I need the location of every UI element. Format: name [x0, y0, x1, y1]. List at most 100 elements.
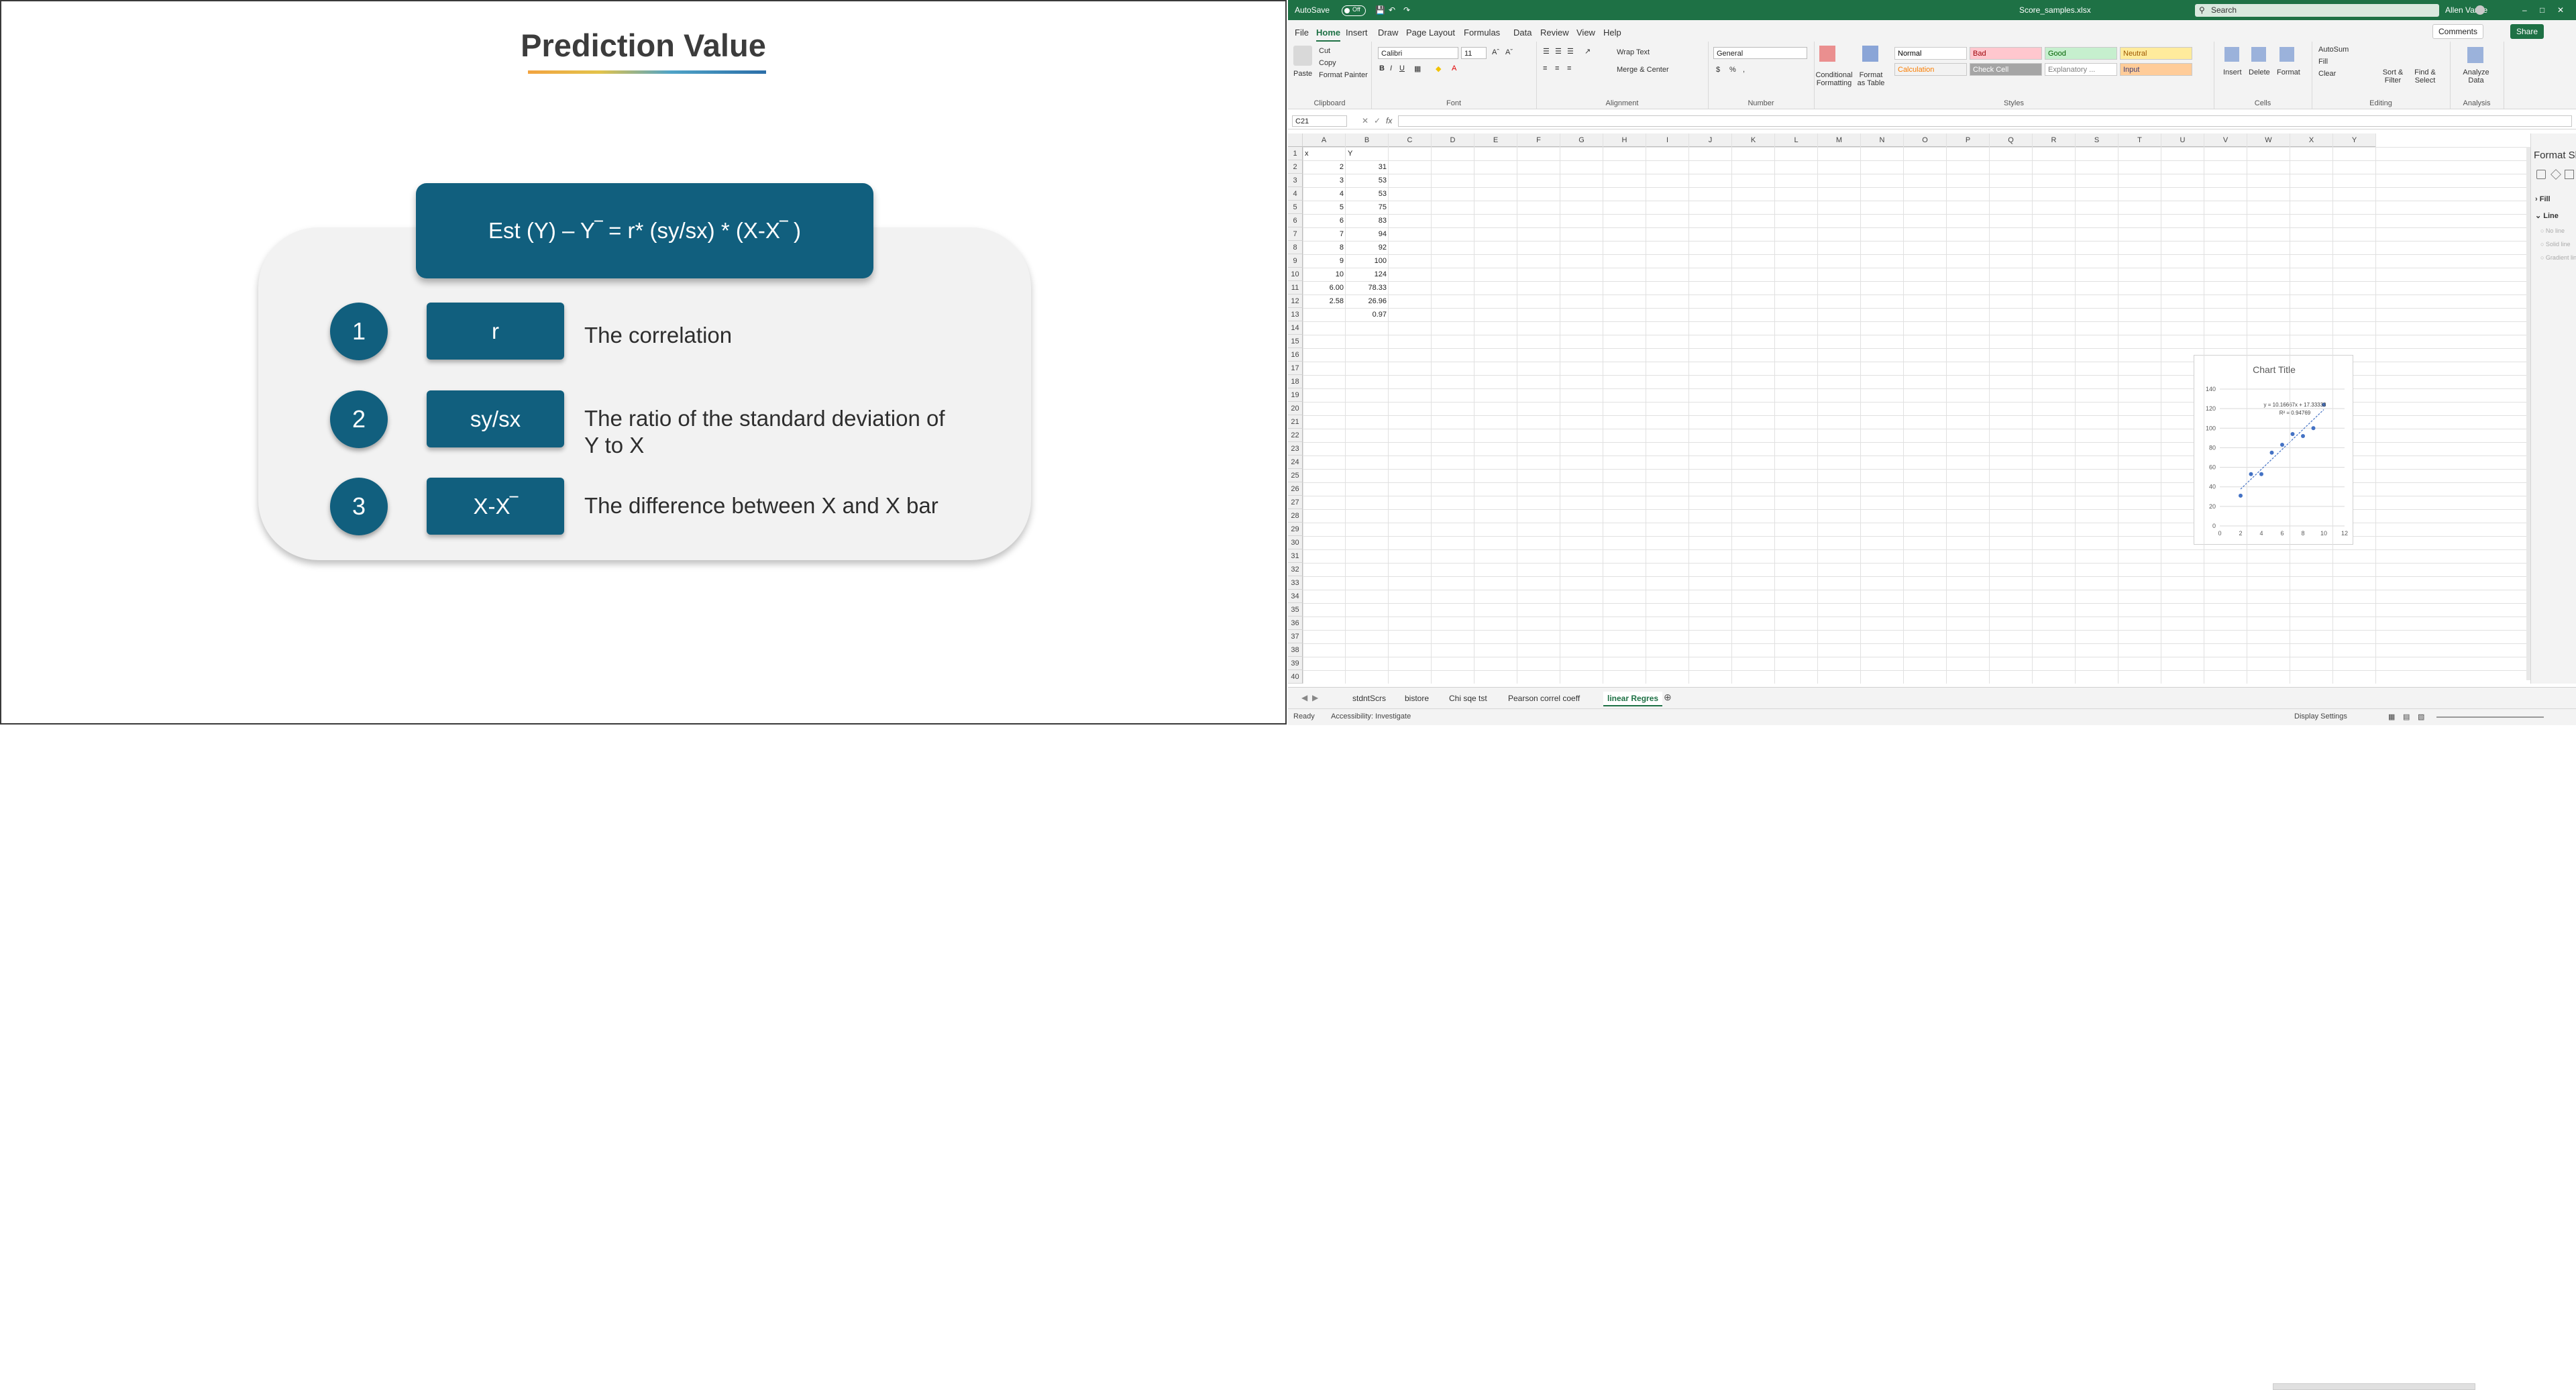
row-header-26[interactable]: 26	[1288, 482, 1303, 496]
search-box[interactable]: ⚲ Search	[2195, 4, 2439, 17]
effects-icon[interactable]	[2551, 169, 2561, 180]
column-header-y[interactable]: Y	[2333, 133, 2376, 147]
column-header-w[interactable]: W	[2247, 133, 2290, 147]
row-header-17[interactable]: 17	[1288, 362, 1303, 375]
cell-a2[interactable]: 2	[1303, 160, 1346, 174]
cell-style-good[interactable]: Good	[2045, 47, 2117, 60]
row-header-1[interactable]: 1	[1288, 147, 1303, 160]
cell-a6[interactable]: 6	[1303, 214, 1346, 227]
avatar[interactable]	[2475, 5, 2485, 15]
cell-a3[interactable]: 3	[1303, 174, 1346, 187]
row-header-27[interactable]: 27	[1288, 496, 1303, 509]
accessibility-status[interactable]: Accessibility: Investigate	[1331, 712, 1411, 720]
cell-b3[interactable]: 53	[1346, 174, 1389, 187]
italic-icon[interactable]: I	[1390, 64, 1392, 72]
cancel-icon[interactable]: ✕	[1362, 116, 1368, 125]
cell-a10[interactable]: 10	[1303, 268, 1346, 281]
sheet-tab-chi-sqe[interactable]: Chi sqe tst	[1445, 692, 1491, 705]
currency-icon[interactable]: $	[1716, 66, 1720, 74]
font-name-select[interactable]: Calibri	[1378, 47, 1458, 59]
cell-b10[interactable]: 124	[1346, 268, 1389, 281]
tab-home[interactable]: Home	[1316, 28, 1341, 42]
cell-b6[interactable]: 83	[1346, 214, 1389, 227]
column-header-d[interactable]: D	[1432, 133, 1474, 147]
row-header-35[interactable]: 35	[1288, 603, 1303, 617]
tab-review[interactable]: Review	[1540, 28, 1569, 38]
align-bottom-icon[interactable]: ☰	[1567, 47, 1574, 56]
cell-style-calculation[interactable]: Calculation	[1894, 63, 1967, 76]
comma-icon[interactable]: ,	[1743, 66, 1745, 74]
page-break-view-icon[interactable]: ▧	[2418, 712, 2424, 721]
cell-style-check-cell[interactable]: Check Cell	[1970, 63, 2042, 76]
font-color-icon[interactable]: A	[1452, 64, 1456, 72]
cell-a9[interactable]: 9	[1303, 254, 1346, 268]
row-header-38[interactable]: 38	[1288, 643, 1303, 657]
tab-page-layout[interactable]: Page Layout	[1406, 28, 1455, 38]
size-properties-icon[interactable]	[2565, 170, 2574, 179]
font-size-select[interactable]: 11	[1461, 47, 1487, 59]
row-header-30[interactable]: 30	[1288, 536, 1303, 549]
align-left-icon[interactable]: ≡	[1543, 64, 1547, 72]
cell-a4[interactable]: 4	[1303, 187, 1346, 201]
row-header-2[interactable]: 2	[1288, 160, 1303, 174]
sheet-tab-bistore[interactable]: bistore	[1401, 692, 1433, 705]
column-header-t[interactable]: T	[2118, 133, 2161, 147]
cell-b12[interactable]: 26.96	[1346, 295, 1389, 308]
row-header-18[interactable]: 18	[1288, 375, 1303, 388]
conditional-formatting-button[interactable]: Conditional Formatting	[1814, 71, 1854, 87]
cell-style-explanatory[interactable]: Explanatory ...	[2045, 63, 2117, 76]
format-icon[interactable]	[2279, 47, 2294, 62]
fx-label[interactable]: fx	[1386, 116, 1392, 125]
normal-view-icon[interactable]: ▦	[2388, 712, 2395, 721]
save-icon[interactable]: 💾	[1375, 5, 1385, 15]
select-all-corner[interactable]	[1288, 133, 1303, 147]
fill-color-icon[interactable]: ◆	[1436, 64, 1441, 73]
row-header-37[interactable]: 37	[1288, 630, 1303, 643]
cell-b8[interactable]: 92	[1346, 241, 1389, 254]
wrap-text-button[interactable]: Wrap Text	[1617, 48, 1650, 56]
row-header-20[interactable]: 20	[1288, 402, 1303, 415]
paste-icon[interactable]	[1293, 46, 1312, 66]
analyze-data-icon[interactable]	[2467, 47, 2483, 63]
column-header-k[interactable]: K	[1732, 133, 1775, 147]
column-header-g[interactable]: G	[1560, 133, 1603, 147]
column-header-n[interactable]: N	[1861, 133, 1904, 147]
column-header-c[interactable]: C	[1389, 133, 1432, 147]
line-option-no-line[interactable]: ○ No line	[2540, 227, 2565, 234]
borders-icon[interactable]: ▦	[1414, 64, 1421, 73]
tab-view[interactable]: View	[1576, 28, 1595, 38]
column-header-j[interactable]: J	[1689, 133, 1732, 147]
format-button[interactable]: Format	[2277, 68, 2300, 76]
grow-font-icon[interactable]: Aˆ	[1492, 48, 1499, 56]
row-header-31[interactable]: 31	[1288, 549, 1303, 563]
row-header-15[interactable]: 15	[1288, 335, 1303, 348]
row-header-39[interactable]: 39	[1288, 657, 1303, 670]
minimize-icon[interactable]: –	[2522, 5, 2527, 15]
cell-b11[interactable]: 78.33	[1346, 281, 1389, 295]
column-header-m[interactable]: M	[1818, 133, 1861, 147]
number-format-select[interactable]: General	[1713, 47, 1807, 59]
column-header-e[interactable]: E	[1474, 133, 1517, 147]
close-icon[interactable]: ✕	[2557, 5, 2564, 15]
tab-insert[interactable]: Insert	[1346, 28, 1368, 38]
format-table-icon[interactable]	[1862, 46, 1878, 62]
prev-sheet-icon[interactable]: ◀	[1301, 693, 1307, 702]
row-header-21[interactable]: 21	[1288, 415, 1303, 429]
cell-style-input[interactable]: Input	[2120, 63, 2192, 76]
zoom-slider[interactable]	[2436, 716, 2544, 718]
row-header-9[interactable]: 9	[1288, 254, 1303, 268]
column-header-o[interactable]: O	[1904, 133, 1947, 147]
row-header-6[interactable]: 6	[1288, 214, 1303, 227]
row-header-34[interactable]: 34	[1288, 590, 1303, 603]
row-header-5[interactable]: 5	[1288, 201, 1303, 214]
paste-button[interactable]: Paste	[1293, 70, 1312, 78]
fill-line-icon[interactable]	[2536, 170, 2546, 179]
sheet-tab-pearson[interactable]: Pearson correl coeff	[1504, 692, 1584, 705]
row-header-25[interactable]: 25	[1288, 469, 1303, 482]
underline-icon[interactable]: U	[1399, 64, 1405, 72]
tab-help[interactable]: Help	[1603, 28, 1621, 38]
conditional-formatting-icon[interactable]	[1819, 46, 1835, 62]
row-header-32[interactable]: 32	[1288, 563, 1303, 576]
fill-section-header[interactable]: › Fill	[2535, 195, 2551, 203]
tab-file[interactable]: File	[1295, 28, 1309, 38]
